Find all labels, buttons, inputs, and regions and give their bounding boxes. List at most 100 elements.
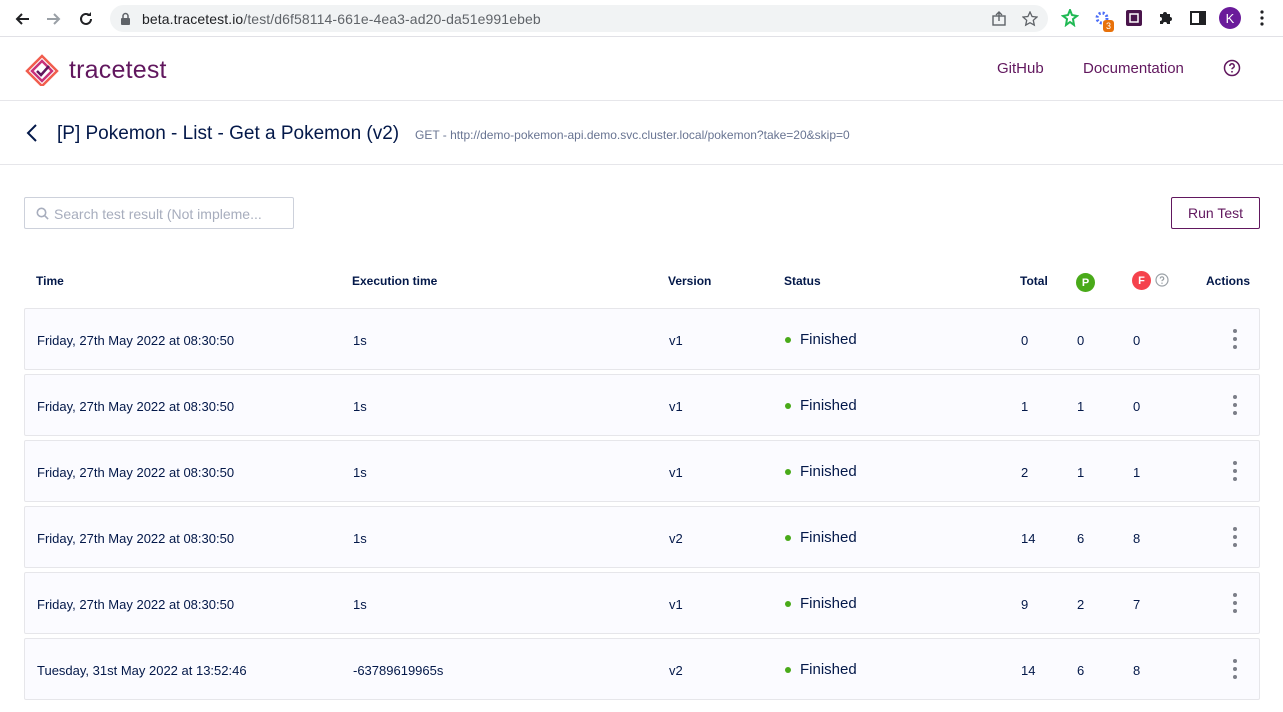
run-time: Friday, 27th May 2022 at 08:30:50	[37, 531, 235, 546]
table-row[interactable]: Tuesday, 31st May 2022 at 13:52:46 -63789…	[24, 638, 1260, 700]
status-dot	[785, 600, 791, 607]
version: v2	[669, 663, 683, 678]
status: Finished	[785, 397, 857, 414]
brand-name: tracetest	[69, 55, 167, 84]
status-label: Finished	[800, 331, 857, 348]
failed-count: 8	[1133, 663, 1141, 678]
status: Finished	[785, 331, 857, 348]
table-row[interactable]: Friday, 27th May 2022 at 08:30:50 1s v1 Fin…	[24, 440, 1260, 502]
version: v1	[669, 597, 683, 612]
passed-count: 0	[1077, 333, 1085, 348]
test-title-bar: [P] Pokemon - List - Get a Pokemon (v2) …	[0, 101, 1283, 165]
documentation-link[interactable]: Documentation	[1083, 60, 1184, 77]
total-count: 0	[1021, 333, 1029, 348]
status: Finished	[785, 463, 857, 480]
status-dot	[785, 402, 791, 409]
total-count: 9	[1021, 597, 1029, 612]
status-label: Finished	[800, 397, 857, 414]
failed-count: 1	[1133, 465, 1141, 480]
tracetest-logo-icon	[25, 54, 59, 86]
version: v2	[669, 531, 683, 546]
passed-badge: P	[1076, 273, 1095, 292]
column-total: Total	[1020, 274, 1048, 288]
execution-time: 1s	[353, 531, 367, 546]
failed-count: 8	[1133, 531, 1141, 546]
status-dot	[785, 666, 791, 673]
row-actions-icon[interactable]	[1225, 393, 1245, 417]
profile-avatar[interactable]: K	[1219, 7, 1241, 29]
failed-count: 7	[1133, 597, 1141, 612]
row-actions-icon[interactable]	[1225, 459, 1245, 483]
execution-time: 1s	[353, 333, 367, 348]
execution-time: 1s	[353, 465, 367, 480]
total-count: 14	[1021, 531, 1036, 546]
github-link[interactable]: GitHub	[997, 60, 1044, 77]
help-icon[interactable]	[1223, 59, 1241, 82]
table-row[interactable]: Friday, 27th May 2022 at 08:30:50 1s v2 Fin…	[24, 506, 1260, 568]
back-icon[interactable]	[25, 124, 39, 147]
passed-count: 6	[1077, 663, 1085, 678]
run-time: Friday, 27th May 2022 at 08:30:50	[37, 465, 235, 480]
table-row[interactable]: Friday, 27th May 2022 at 08:30:50 1s v1 Fin…	[24, 374, 1260, 436]
test-request-url: GET - http://demo-pokemon-api.demo.svc.c…	[415, 128, 850, 142]
browser-toolbar: beta.tracetest.io/test/d6f58114-661e-4ea…	[0, 0, 1283, 37]
failed-count: 0	[1133, 333, 1141, 348]
version: v1	[669, 333, 683, 348]
extension-badge: 3	[1103, 20, 1115, 32]
status-label: Finished	[800, 661, 857, 678]
version: v1	[669, 465, 683, 480]
execution-time: 1s	[353, 399, 367, 414]
status: Finished	[785, 661, 857, 678]
address-bar[interactable]: beta.tracetest.io/test/d6f58114-661e-4ea…	[110, 5, 1048, 32]
status: Finished	[785, 529, 857, 546]
total-count: 2	[1021, 465, 1029, 480]
status-dot	[785, 468, 791, 475]
row-actions-icon[interactable]	[1225, 591, 1245, 615]
column-time: Time	[36, 274, 64, 288]
passed-count: 6	[1077, 531, 1085, 546]
run-time: Tuesday, 31st May 2022 at 13:52:46	[37, 663, 247, 678]
side-panel-icon[interactable]	[1188, 8, 1208, 28]
execution-time: -63789619965s	[353, 663, 444, 678]
column-actions: Actions	[1206, 274, 1251, 288]
column-execution-time: Execution time	[352, 274, 438, 288]
failed-badge: F	[1132, 271, 1151, 290]
row-actions-icon[interactable]	[1225, 327, 1245, 351]
share-icon[interactable]	[990, 10, 1008, 28]
run-time: Friday, 27th May 2022 at 08:30:50	[37, 597, 235, 612]
run-test-button[interactable]: Run Test	[1171, 197, 1260, 229]
status-label: Finished	[800, 529, 857, 546]
extension-green-icon[interactable]	[1060, 8, 1080, 28]
row-actions-icon[interactable]	[1225, 525, 1245, 549]
puzzle-icon[interactable]	[1156, 8, 1176, 28]
browser-menu-icon[interactable]	[1252, 8, 1272, 28]
reload-icon[interactable]	[75, 8, 97, 30]
results-table-header: Time Execution time Version Status Total…	[24, 262, 1260, 300]
status-dot	[785, 336, 791, 343]
total-count: 14	[1021, 663, 1036, 678]
forward-arrow-icon[interactable]	[43, 8, 65, 30]
execution-time: 1s	[353, 597, 367, 612]
table-row[interactable]: Friday, 27th May 2022 at 08:30:50 1s v1 Fin…	[24, 308, 1260, 370]
failed-count: 0	[1133, 399, 1141, 414]
status-label: Finished	[800, 595, 857, 612]
column-version: Version	[668, 274, 712, 288]
passed-count: 1	[1077, 399, 1085, 414]
brand-logo[interactable]: tracetest	[25, 54, 167, 86]
passed-count: 1	[1077, 465, 1085, 480]
row-actions-icon[interactable]	[1225, 657, 1245, 681]
status-label: Finished	[800, 463, 857, 480]
extension-square-icon[interactable]	[1124, 8, 1144, 28]
status: Finished	[785, 595, 857, 612]
back-arrow-icon[interactable]	[11, 8, 33, 30]
column-status: Status	[784, 274, 821, 288]
url-text: beta.tracetest.io/test/d6f58114-661e-4ea…	[142, 11, 541, 27]
table-row[interactable]: Friday, 27th May 2022 at 08:30:50 1s v1 Fin…	[24, 572, 1260, 634]
run-time: Friday, 27th May 2022 at 08:30:50	[37, 399, 235, 414]
search-field[interactable]	[24, 197, 294, 229]
app-header: tracetest GitHub Documentation	[0, 37, 1283, 101]
search-icon	[36, 207, 49, 225]
failed-info-icon[interactable]	[1155, 273, 1169, 292]
bookmark-star-icon[interactable]	[1021, 10, 1039, 28]
search-input[interactable]	[54, 204, 284, 224]
